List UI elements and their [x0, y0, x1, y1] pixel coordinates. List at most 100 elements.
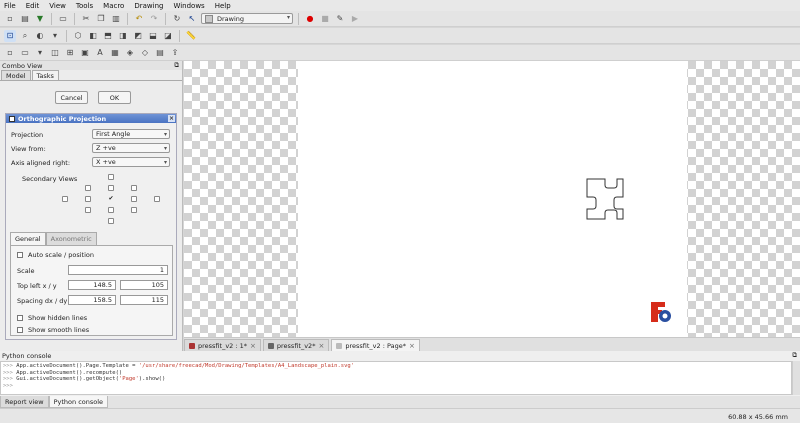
- export-page-icon[interactable]: ⇪: [169, 47, 181, 59]
- combo-view: Combo View ⧉ Model Tasks Cancel OK Ortho…: [0, 61, 183, 351]
- top-left-x-input[interactable]: 148.5: [68, 280, 116, 290]
- top-left-y-input[interactable]: 105: [120, 280, 168, 290]
- macro-edit-icon[interactable]: ✎: [334, 13, 346, 25]
- front-view-icon[interactable]: ◧: [87, 30, 99, 42]
- spacing-dy-input[interactable]: 115: [120, 295, 168, 305]
- smooth-lines-checkbox[interactable]: [17, 327, 23, 333]
- top-view-icon[interactable]: ⬒: [102, 30, 114, 42]
- menu-help[interactable]: Help: [215, 2, 231, 10]
- secondary-view-checkbox[interactable]: [108, 207, 114, 213]
- python-console-output[interactable]: >>> App.activeDocument().Page.Template =…: [0, 361, 792, 395]
- tab-model[interactable]: Model: [1, 70, 31, 80]
- secondary-view-checkbox[interactable]: [108, 218, 114, 224]
- doc-tab[interactable]: pressfit_v2* ×: [262, 339, 330, 351]
- hidden-lines-label: Show hidden lines: [28, 314, 88, 322]
- menu-file[interactable]: File: [4, 2, 16, 10]
- menu-edit[interactable]: Edit: [26, 2, 40, 10]
- axonometric-view-icon[interactable]: ⬡: [72, 30, 84, 42]
- secondary-view-checkbox[interactable]: [131, 196, 137, 202]
- new-page-icon[interactable]: ▫: [4, 47, 16, 59]
- rear-view-icon[interactable]: ◩: [132, 30, 144, 42]
- menu-windows[interactable]: Windows: [173, 2, 204, 10]
- tab-tasks[interactable]: Tasks: [31, 70, 59, 80]
- collapse-icon[interactable]: ×: [168, 115, 175, 122]
- undo-icon[interactable]: ↶: [133, 13, 145, 25]
- secondary-view-checkbox[interactable]: [108, 185, 114, 191]
- open-browser-icon[interactable]: ▣: [79, 47, 91, 59]
- right-view-icon[interactable]: ◨: [117, 30, 129, 42]
- close-icon[interactable]: ×: [409, 342, 415, 350]
- measure-distance-icon[interactable]: 📏: [185, 30, 197, 42]
- close-icon[interactable]: ×: [318, 342, 324, 350]
- workbench-select[interactable]: Drawing ▾: [201, 13, 293, 24]
- new-a3-page-icon[interactable]: ▭: [19, 47, 31, 59]
- draft-view-icon[interactable]: ◇: [139, 47, 151, 59]
- menu-drawing[interactable]: Drawing: [134, 2, 163, 10]
- menu-macro[interactable]: Macro: [103, 2, 124, 10]
- paste-icon[interactable]: ▥: [110, 13, 122, 25]
- drawing-canvas[interactable]: [184, 61, 800, 337]
- chevron-down-icon[interactable]: ▾: [34, 47, 46, 59]
- refresh-icon[interactable]: ↻: [171, 13, 183, 25]
- close-icon[interactable]: ×: [250, 342, 256, 350]
- macro-run-icon[interactable]: ▶: [349, 13, 361, 25]
- toolbar-separator: [66, 29, 67, 42]
- spacing-dx-input[interactable]: 158.5: [68, 295, 116, 305]
- print-icon[interactable]: ▭: [57, 13, 69, 25]
- tab-report-view[interactable]: Report view: [0, 396, 49, 408]
- secondary-view-checkbox[interactable]: [154, 196, 160, 202]
- fit-selection-icon[interactable]: ⌕: [19, 30, 31, 42]
- tab-python-console[interactable]: Python console: [48, 396, 109, 408]
- draw-style-icon[interactable]: ◐: [34, 30, 46, 42]
- axis-aligned-select[interactable]: X +ve ▾: [92, 157, 170, 167]
- ortho-views-icon[interactable]: ⊞: [64, 47, 76, 59]
- clip-icon[interactable]: ▦: [109, 47, 121, 59]
- part-outline[interactable]: [586, 178, 624, 220]
- spreadsheet-view-icon[interactable]: ▤: [154, 47, 166, 59]
- primary-view-check-icon[interactable]: ✔: [108, 196, 114, 202]
- secondary-view-checkbox[interactable]: [85, 196, 91, 202]
- hidden-lines-checkbox[interactable]: [17, 315, 23, 321]
- copy-icon[interactable]: ❐: [95, 13, 107, 25]
- secondary-view-checkbox[interactable]: [85, 185, 91, 191]
- whats-this-icon[interactable]: ↖: [186, 13, 198, 25]
- tab-axonometric[interactable]: Axonometric: [45, 232, 97, 245]
- secondary-view-checkbox[interactable]: [131, 207, 137, 213]
- projection-select[interactable]: First Angle ▾: [92, 129, 170, 139]
- float-icon[interactable]: ⧉: [174, 61, 179, 70]
- secondary-view-checkbox[interactable]: [108, 174, 114, 180]
- macro-stop-icon[interactable]: ■: [319, 13, 331, 25]
- part-view[interactable]: [298, 61, 687, 337]
- secondary-view-checkbox[interactable]: [85, 207, 91, 213]
- drawing-page[interactable]: [298, 61, 687, 337]
- cancel-button[interactable]: Cancel: [55, 91, 88, 104]
- doc-tab-label: pressfit_v2*: [276, 341, 316, 350]
- cut-icon[interactable]: ✂: [80, 13, 92, 25]
- console-scrollbar[interactable]: [792, 361, 800, 395]
- save-icon[interactable]: ▼: [34, 13, 46, 25]
- redo-icon[interactable]: ↷: [148, 13, 160, 25]
- new-document-icon[interactable]: ▫: [4, 13, 16, 25]
- macro-record-icon[interactable]: ●: [304, 13, 316, 25]
- open-folder-icon[interactable]: ▤: [19, 13, 31, 25]
- ortho-panel-header[interactable]: Orthographic Projection ×: [6, 114, 176, 123]
- fit-all-icon[interactable]: ⊡: [4, 29, 16, 42]
- secondary-view-checkbox[interactable]: [62, 196, 68, 202]
- view-from-select[interactable]: Z +ve ▾: [92, 143, 170, 153]
- annotation-icon[interactable]: A: [94, 47, 106, 59]
- float-icon[interactable]: ⧉: [792, 351, 797, 360]
- doc-tab-active[interactable]: pressfit_v2 : Page* ×: [331, 339, 420, 351]
- insert-view-icon[interactable]: ◫: [49, 47, 61, 59]
- menu-tools[interactable]: Tools: [76, 2, 93, 10]
- left-view-icon[interactable]: ◪: [162, 30, 174, 42]
- bottom-view-icon[interactable]: ⬓: [147, 30, 159, 42]
- auto-scale-checkbox[interactable]: [17, 252, 23, 258]
- tab-general[interactable]: General: [10, 232, 46, 245]
- menu-view[interactable]: View: [49, 2, 66, 10]
- chevron-down-icon[interactable]: ▾: [49, 30, 61, 42]
- ok-button[interactable]: OK: [98, 91, 131, 104]
- scale-input[interactable]: 1: [68, 265, 168, 275]
- secondary-view-checkbox[interactable]: [131, 185, 137, 191]
- doc-tab[interactable]: pressfit_v2 : 1* ×: [184, 339, 261, 351]
- symbol-icon[interactable]: ◈: [124, 47, 136, 59]
